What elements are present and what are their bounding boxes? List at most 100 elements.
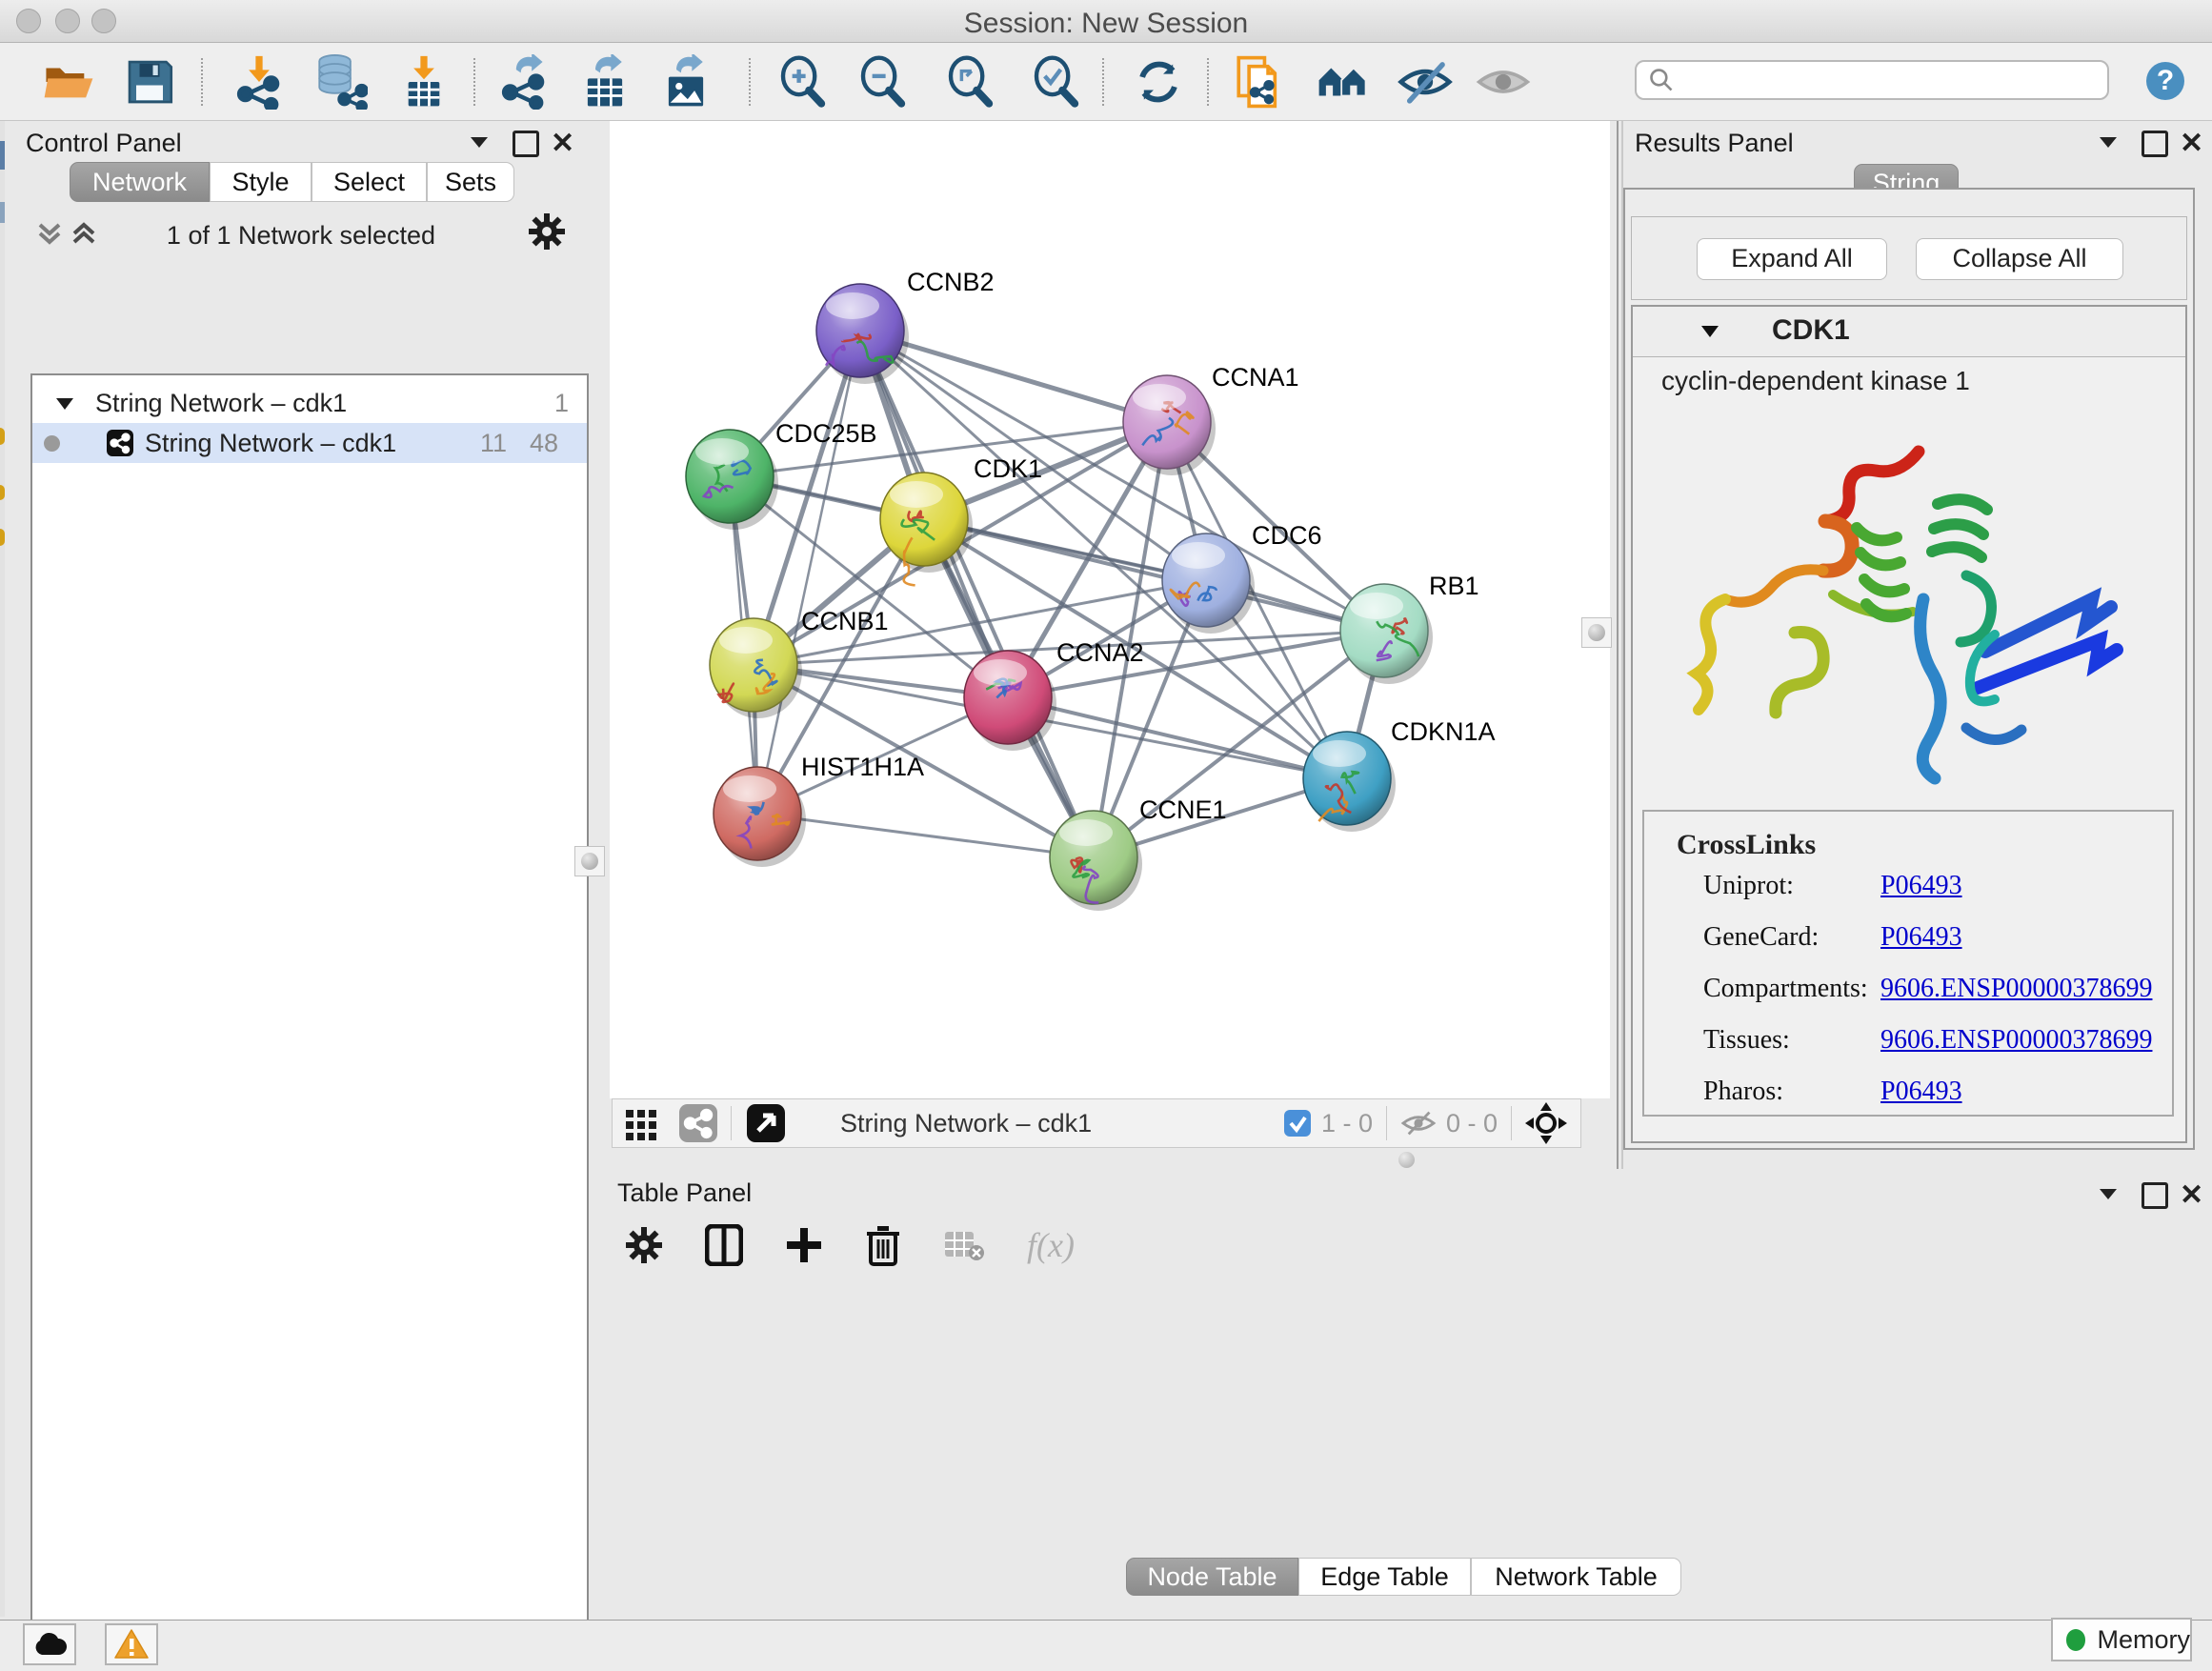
table-panel-close-button[interactable]: ✕ xyxy=(2180,1178,2203,1212)
network-node-CCNE1[interactable]: CCNE1 xyxy=(1050,795,1227,911)
detach-view-button[interactable] xyxy=(745,1102,787,1144)
memory-button[interactable]: Memory xyxy=(2051,1618,2192,1661)
show-all-button[interactable] xyxy=(1475,53,1532,111)
collapse-arrow-icon[interactable] xyxy=(55,396,74,412)
open-session-button[interactable] xyxy=(40,53,97,111)
left-splitter-handle[interactable] xyxy=(574,846,605,876)
table-panel-float-button[interactable] xyxy=(2142,1182,2168,1209)
eye-disabled-icon xyxy=(1476,54,1531,110)
tab-style[interactable]: Style xyxy=(210,162,312,202)
first-neighbors-button[interactable] xyxy=(1315,53,1372,111)
network-node-RB1[interactable]: RB1 xyxy=(1340,572,1479,684)
search-field[interactable] xyxy=(1635,60,2109,100)
control-panel-float-button[interactable] xyxy=(513,131,539,157)
footer-separator xyxy=(1386,1106,1387,1140)
import-network-from-database-button[interactable] xyxy=(312,53,369,111)
open-folder-icon xyxy=(41,54,96,110)
import-network-from-file-button[interactable] xyxy=(231,53,288,111)
table-toolbar: f(x) xyxy=(625,1224,1075,1266)
hide-selected-button[interactable] xyxy=(1397,53,1454,111)
crosslink-row: Compartments:9606.ENSP00000378699 xyxy=(1644,974,2172,1025)
tab-edge-table[interactable]: Edge Table xyxy=(1298,1558,1471,1596)
horizontal-splitter-handle[interactable] xyxy=(1398,1152,1415,1168)
results-panel-close-button[interactable]: ✕ xyxy=(2180,127,2203,160)
crosslink-value-link[interactable]: 9606.ENSP00000378699 xyxy=(1880,974,2152,1004)
network-view-mode-button[interactable] xyxy=(679,1104,717,1142)
export-table-button[interactable] xyxy=(576,53,633,111)
network-node-HIST1H1A[interactable]: HIST1H1A xyxy=(714,753,924,867)
toolbar-separator xyxy=(201,58,203,106)
crosslink-value-link[interactable]: P06493 xyxy=(1880,922,1962,953)
window-title: Session: New Session xyxy=(0,8,2212,40)
search-input[interactable] xyxy=(1675,65,2088,96)
tab-network[interactable]: Network xyxy=(70,162,210,202)
crosslink-value-link[interactable]: P06493 xyxy=(1880,871,1962,901)
tab-sets[interactable]: Sets xyxy=(427,162,514,202)
table-panel: Table Panel ✕ xyxy=(610,1169,2212,1617)
toolbar-separator xyxy=(1207,58,1209,106)
tab-select[interactable]: Select xyxy=(312,162,427,202)
network-graph[interactable]: CCNB2CCNA1CDC25BCDK1CDC6RB1CCNB1CCNA2CDK… xyxy=(610,121,1610,1098)
export-network-button[interactable] xyxy=(495,53,553,111)
duplicate-network-button[interactable] xyxy=(1231,53,1288,111)
import-table-icon xyxy=(396,54,452,110)
node-label-HIST1H1A: HIST1H1A xyxy=(801,753,924,781)
export-image-button[interactable] xyxy=(657,53,714,111)
control-panel-close-button[interactable]: ✕ xyxy=(551,127,574,160)
network-collection-row[interactable]: String Network – cdk1 1 xyxy=(32,383,587,423)
import-table-from-file-button[interactable] xyxy=(395,53,452,111)
crosslink-row: Uniprot:P06493 xyxy=(1644,871,2172,922)
zoom-in-icon xyxy=(776,55,830,109)
tab-node-table[interactable]: Node Table xyxy=(1126,1558,1298,1596)
crosslink-value-link[interactable]: P06493 xyxy=(1880,1077,1962,1107)
gene-card-header[interactable]: CDK1 xyxy=(1633,307,2185,357)
zoom-selected-button[interactable] xyxy=(1028,53,1085,111)
birds-eye-toggle-button[interactable] xyxy=(1525,1102,1567,1144)
collapse-all-button[interactable]: Collapse All xyxy=(1916,238,2123,280)
network-node-CDKN1A[interactable]: CDKN1A xyxy=(1303,717,1496,832)
toolbar-separator xyxy=(749,58,751,106)
copy-network-icon xyxy=(1232,54,1287,110)
selected-checkbox-icon[interactable] xyxy=(1283,1109,1312,1137)
node-label-CDC25B: CDC25B xyxy=(775,419,877,448)
network-row-selected[interactable]: String Network – cdk1 11 48 xyxy=(32,423,587,463)
control-panel-menu-icon[interactable] xyxy=(469,134,490,150)
zoom-out-button[interactable] xyxy=(855,53,912,111)
zoom-in-button[interactable] xyxy=(774,53,832,111)
memory-status-dot xyxy=(2066,1629,2085,1651)
grid-view-button[interactable] xyxy=(624,1106,658,1140)
control-panel-title: Control Panel xyxy=(26,129,182,158)
network-node-CCNB2[interactable]: CCNB2 xyxy=(816,268,995,384)
warnings-button[interactable] xyxy=(105,1623,158,1665)
collapse-arrow-icon[interactable] xyxy=(1699,324,1720,339)
results-panel-menu-icon[interactable] xyxy=(2098,134,2119,150)
network-view-title: String Network – cdk1 xyxy=(840,1109,1092,1138)
tab-network-table[interactable]: Network Table xyxy=(1471,1558,1681,1596)
expand-all-button[interactable]: Expand All xyxy=(1697,238,1887,280)
cloud-status-button[interactable] xyxy=(23,1623,76,1665)
show-columns-button[interactable] xyxy=(705,1224,743,1266)
network-canvas[interactable]: CCNB2CCNA1CDC25BCDK1CDC6RB1CCNB1CCNA2CDK… xyxy=(610,121,1610,1098)
network-collection-label: String Network – cdk1 xyxy=(95,383,347,423)
table-panel-menu-icon[interactable] xyxy=(2098,1186,2119,1201)
apply-preferred-layout-button[interactable] xyxy=(1130,53,1187,111)
right-splitter-handle[interactable] xyxy=(1581,617,1612,648)
expand-all-tree-button[interactable] xyxy=(70,219,97,248)
results-panel-float-button[interactable] xyxy=(2142,131,2168,157)
network-node-CDK1[interactable]: CDK1 xyxy=(880,454,1042,585)
function-builder-button-disabled: f(x) xyxy=(1027,1225,1075,1265)
help-button[interactable]: ? xyxy=(2146,62,2184,100)
delete-column-button[interactable] xyxy=(865,1224,901,1266)
zoom-fit-content-button[interactable] xyxy=(942,53,999,111)
save-session-button[interactable] xyxy=(121,53,178,111)
network-node-CDC25B[interactable]: CDC25B xyxy=(686,419,877,530)
network-node-CCNA1[interactable]: CCNA1 xyxy=(1123,363,1299,475)
table-settings-button[interactable] xyxy=(625,1226,663,1264)
collection-count: 1 xyxy=(554,383,569,423)
search-icon xyxy=(1648,67,1675,93)
network-node-CDC6[interactable]: CDC6 xyxy=(1162,521,1322,634)
network-panel-gear-button[interactable] xyxy=(528,212,566,251)
create-column-button[interactable] xyxy=(785,1226,823,1264)
crosslink-value-link[interactable]: 9606.ENSP00000378699 xyxy=(1880,1025,2152,1056)
collapse-all-tree-button[interactable] xyxy=(36,219,63,248)
